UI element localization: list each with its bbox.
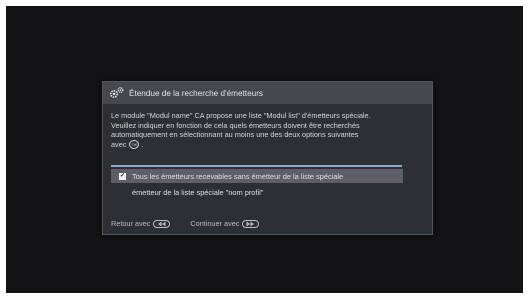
continue-label: Continuer avec bbox=[190, 219, 240, 228]
options-separator bbox=[111, 165, 402, 167]
description-line-text: avec bbox=[111, 139, 127, 149]
option-all-channels[interactable]: ✓ Tous les émetteurs recevables sans éme… bbox=[111, 169, 403, 183]
dialog-description: Le module "Modul name" CA propose une li… bbox=[111, 111, 429, 150]
description-line-last: avec OK . bbox=[111, 140, 429, 150]
dialog-title-bar: Étendue de la recherche d'émetteurs bbox=[103, 82, 432, 104]
dialog-title: Étendue de la recherche d'émetteurs bbox=[129, 88, 264, 98]
fast-forward-button-icon bbox=[242, 219, 260, 228]
back-label: Retour avec bbox=[111, 219, 151, 228]
tv-screen: Étendue de la recherche d'émetteurs Le m… bbox=[6, 6, 523, 293]
description-line: automatiquement en sélectionnant au moin… bbox=[111, 130, 359, 140]
option-label: Tous les émetteurs recevables sans émett… bbox=[132, 171, 344, 181]
description-line: Veuillez indiquer en fonction de cela qu… bbox=[111, 120, 360, 130]
option-special-list[interactable]: émetteur de la liste spéciale "nom profi… bbox=[111, 185, 403, 199]
gears-icon bbox=[108, 86, 125, 100]
description-line: Le module "Modul name" CA propose une li… bbox=[111, 111, 371, 120]
option-label: émetteur de la liste spéciale "nom profi… bbox=[132, 187, 264, 197]
back-hint[interactable]: Retour avec bbox=[111, 219, 171, 228]
channel-search-scope-dialog: Étendue de la recherche d'émetteurs Le m… bbox=[102, 81, 433, 235]
dialog-footer: Retour avec Continuer avec bbox=[111, 219, 279, 228]
checkbox-checked[interactable]: ✓ bbox=[119, 172, 126, 180]
ok-button-icon: OK bbox=[129, 140, 140, 150]
rewind-button-icon bbox=[153, 219, 171, 228]
continue-hint[interactable]: Continuer avec bbox=[190, 219, 260, 228]
description-end: . bbox=[141, 139, 144, 149]
